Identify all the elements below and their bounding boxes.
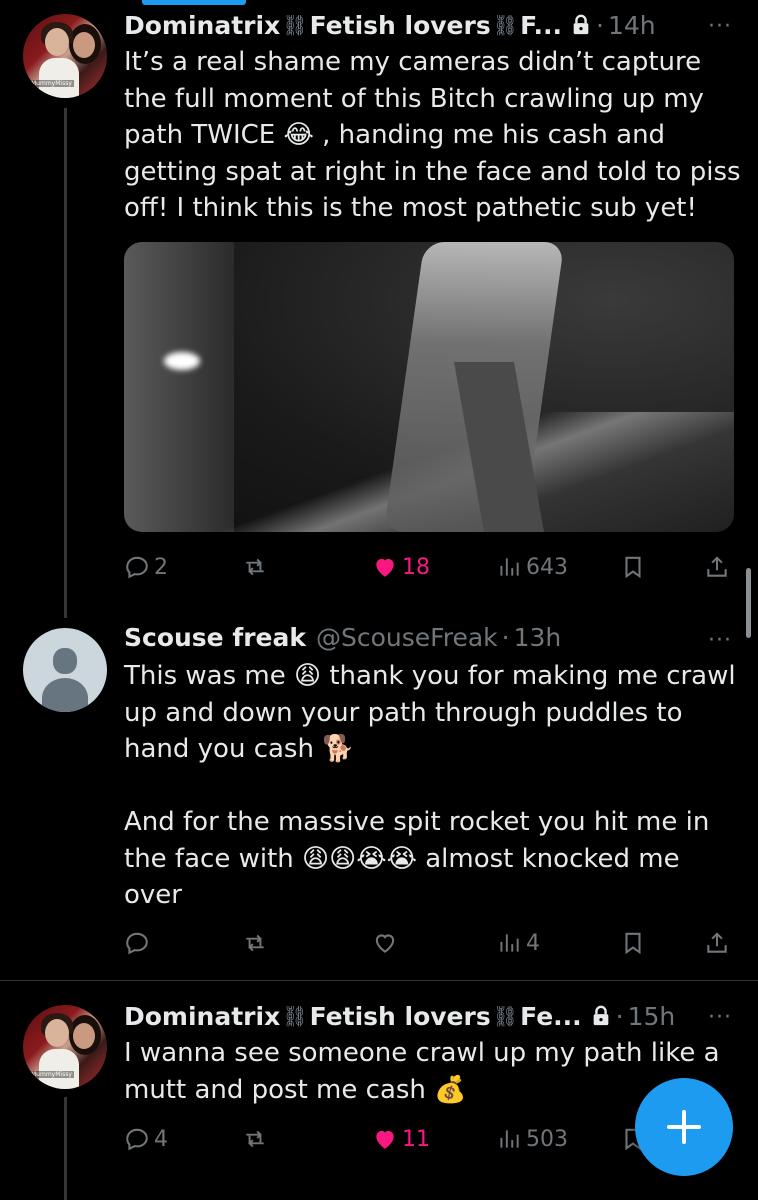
retweet-icon: [246, 1130, 264, 1148]
tweet-text: It’s a real shame my cameras didn’t capt…: [124, 47, 749, 223]
view-count: 643: [526, 554, 568, 580]
retweet-icon: [246, 558, 264, 576]
reply-icon: [126, 1128, 148, 1151]
chain-icon: ⛓: [492, 1004, 519, 1028]
reply-button[interactable]: [124, 926, 150, 960]
reply-count: 4: [154, 1126, 168, 1152]
retweet-button[interactable]: [242, 550, 268, 584]
like-button[interactable]: 18: [372, 550, 430, 584]
share-button[interactable]: [704, 550, 730, 584]
share-icon: [707, 556, 727, 577]
lock-icon: [573, 14, 589, 35]
author-handle[interactable]: @ScouseFreak: [316, 623, 498, 652]
views-button[interactable]: 643: [496, 550, 568, 584]
timestamp[interactable]: 14h: [608, 11, 656, 40]
tweet-actions: 2 18 643: [124, 550, 734, 584]
author-name[interactable]: Scouse freak: [124, 623, 306, 652]
chain-icon: ⛓: [282, 13, 308, 37]
tweet-header: Scouse freak @ScouseFreak · 13h: [124, 620, 561, 654]
compose-button[interactable]: [635, 1078, 733, 1176]
views-button[interactable]: 4: [496, 926, 540, 960]
author-name-part[interactable]: Fe...: [520, 1002, 582, 1031]
author-avatar[interactable]: [23, 628, 107, 712]
author-name[interactable]: Dominatrix: [124, 11, 280, 40]
lock-icon: [593, 1005, 608, 1026]
heart-icon: [375, 934, 395, 953]
retweet-button[interactable]: [242, 926, 268, 960]
reply-button[interactable]: 4: [124, 1122, 168, 1156]
author-name[interactable]: Dominatrix: [124, 1002, 280, 1031]
tweet-text: This was me 😩 thank you for making me cr…: [124, 661, 736, 910]
view-count: 503: [526, 1126, 568, 1152]
author-name-part[interactable]: Fetish lovers: [310, 1002, 491, 1031]
share-button[interactable]: [704, 926, 730, 960]
more-options-icon[interactable]: ···: [708, 628, 732, 653]
thread-line: [64, 1097, 67, 1200]
chain-icon: ⛓: [492, 13, 519, 37]
avatar-tag: MummyMissy: [29, 1071, 74, 1078]
tweet-header: Dominatrix ⛓ Fetish lovers ⛓ F... · 14h: [124, 8, 656, 42]
bookmark-icon: [625, 556, 641, 579]
more-options-icon[interactable]: ···: [708, 14, 732, 39]
like-button[interactable]: [372, 926, 398, 960]
reply-count: 2: [154, 554, 168, 580]
heart-icon: [376, 558, 394, 577]
bookmark-button[interactable]: [620, 550, 646, 584]
views-icon: [500, 1130, 519, 1148]
retweet-button[interactable]: [242, 1122, 268, 1156]
retweet-icon: [246, 934, 264, 952]
thread-line: [64, 108, 67, 618]
views-icon: [500, 934, 519, 952]
heart-icon: [376, 1130, 394, 1149]
author-avatar[interactable]: MummyMissy: [23, 14, 107, 98]
separator-dot: ·: [615, 1001, 624, 1031]
timestamp[interactable]: 15h: [628, 1002, 676, 1031]
bookmark-button[interactable]: [620, 926, 646, 960]
reply-button[interactable]: 2: [124, 550, 168, 584]
views-button[interactable]: 503: [496, 1122, 568, 1156]
reply-icon: [126, 932, 148, 955]
tweet-1[interactable]: MummyMissy Dominatrix ⛓ Fetish lovers ⛓ …: [0, 0, 758, 620]
views-icon: [500, 558, 519, 576]
view-count: 4: [526, 930, 540, 956]
chain-icon: ⛓: [282, 1004, 308, 1028]
like-count: 11: [402, 1126, 430, 1152]
share-icon: [707, 932, 727, 953]
tweet-2[interactable]: Scouse freak @ScouseFreak · 13h ··· This…: [0, 620, 758, 980]
author-avatar[interactable]: MummyMissy: [23, 1005, 107, 1089]
avatar-tag: MummyMissy: [29, 80, 74, 87]
bookmark-icon: [625, 932, 641, 955]
tweet-actions: 4: [124, 926, 734, 960]
reply-icon: [126, 556, 148, 579]
author-name-part[interactable]: F...: [520, 11, 562, 40]
separator-dot: ·: [501, 622, 510, 652]
separator-dot: ·: [596, 10, 604, 40]
author-name-part[interactable]: Fetish lovers: [310, 11, 491, 40]
tweet-3[interactable]: MummyMissy Dominatrix ⛓ Fetish lovers ⛓ …: [0, 981, 758, 1200]
more-options-icon[interactable]: ···: [708, 1005, 732, 1030]
tweet-header: Dominatrix ⛓ Fetish lovers ⛓ Fe... · 15h: [124, 999, 675, 1033]
tweet-image[interactable]: [124, 242, 734, 532]
plus-icon: [667, 1110, 701, 1144]
like-count: 18: [402, 554, 430, 580]
like-button[interactable]: 11: [372, 1122, 430, 1156]
timestamp[interactable]: 13h: [514, 623, 562, 652]
